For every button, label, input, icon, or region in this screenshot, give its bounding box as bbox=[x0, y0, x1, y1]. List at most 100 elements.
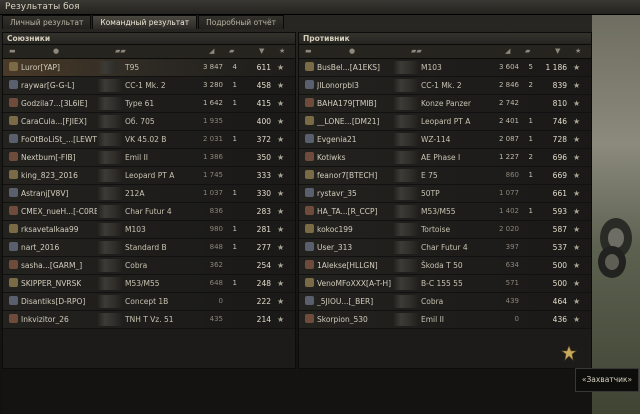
tab-detailed-report[interactable]: Подробный отчёт bbox=[198, 15, 284, 29]
kills-value: 1 bbox=[232, 189, 237, 197]
star-icon: ★ bbox=[277, 315, 285, 324]
xp-column-icon[interactable]: ▼ bbox=[555, 47, 560, 55]
player-rank-icon bbox=[305, 62, 314, 71]
xp-value: 330 bbox=[256, 189, 271, 198]
tab-personal-result[interactable]: Личный результат bbox=[2, 15, 92, 29]
damage-value: 3 847 bbox=[202, 63, 223, 71]
tank-name: Škoda T 50 bbox=[421, 261, 463, 270]
xp-value: 464 bbox=[552, 297, 567, 306]
player-row[interactable]: CMEX_nueH...[-C0RE] Char Futur 4 836 283 ★ bbox=[3, 203, 295, 221]
player-rank-icon bbox=[9, 116, 18, 125]
platoon-column-icon[interactable]: ▬ bbox=[305, 47, 312, 55]
platoon-column-icon[interactable]: ▬ bbox=[9, 47, 16, 55]
player-row[interactable]: feanor7[BTECH] E 75 860 1 669 ★ bbox=[299, 167, 591, 185]
tank-name: E 75 bbox=[421, 171, 438, 180]
player-name: Kotiwks bbox=[317, 153, 346, 162]
player-row[interactable]: BusBel...[A1EKS] M103 3 604 5 1 186 ★ bbox=[299, 59, 591, 77]
player-row[interactable]: Skorpion_530 Emil II 0 436 ★ bbox=[299, 311, 591, 329]
tank-icon bbox=[393, 277, 419, 290]
player-rank-icon bbox=[305, 134, 314, 143]
player-row[interactable]: Astranj[V8V] 212A 1 037 1 330 ★ bbox=[3, 185, 295, 203]
player-row[interactable]: sasha...[GARM_] Cobra 362 254 ★ bbox=[3, 257, 295, 275]
player-row[interactable]: king_823_2016 Leopard PT A 1 745 333 ★ bbox=[3, 167, 295, 185]
player-rank-icon bbox=[305, 170, 314, 179]
kills-column-icon[interactable]: ▰ bbox=[229, 47, 234, 55]
player-row[interactable]: FoOtBoLiSt_...[LEWT] VK 45.02 B 2 031 1 372 ★ bbox=[3, 131, 295, 149]
kills-column-icon[interactable]: ▰ bbox=[525, 47, 530, 55]
damage-value: 848 bbox=[209, 243, 223, 251]
medal-column-icon[interactable]: ★ bbox=[575, 47, 581, 55]
player-column-icon[interactable]: ● bbox=[53, 47, 59, 55]
kills-value: 1 bbox=[232, 135, 237, 143]
player-row[interactable]: SKIPPER_NVRSK M53/M55 648 1 248 ★ bbox=[3, 275, 295, 293]
xp-value: 587 bbox=[552, 225, 567, 234]
damage-value: 2 846 bbox=[498, 81, 519, 89]
tank-icon bbox=[393, 169, 419, 182]
player-row[interactable]: BAHA179[TMIB] Konze Panzer 2 742 810 ★ bbox=[299, 95, 591, 113]
star-icon: ★ bbox=[573, 243, 581, 252]
player-row[interactable]: __LONE...[DM21] Leopard PT A 2 401 1 746 ★ bbox=[299, 113, 591, 131]
player-row[interactable]: raywar[G-G-L] CC-1 Mk. 2 3 280 1 458 ★ bbox=[3, 77, 295, 95]
player-rank-icon bbox=[9, 62, 18, 71]
tank-name: Cobra bbox=[125, 261, 148, 270]
star-icon: ★ bbox=[573, 225, 581, 234]
player-row[interactable]: _5JIOU...[_BER] Cobra 439 464 ★ bbox=[299, 293, 591, 311]
xp-value: 415 bbox=[256, 99, 271, 108]
star-icon: ★ bbox=[277, 207, 285, 216]
star-icon: ★ bbox=[573, 279, 581, 288]
player-row[interactable]: 1Alekse[HLLGN] Škoda T 50 634 500 ★ bbox=[299, 257, 591, 275]
tank-name: VK 45.02 B bbox=[125, 135, 167, 144]
player-name: Evgenia21 bbox=[317, 135, 357, 144]
player-row[interactable]: HA_TA...[R_CCP] M53/M55 1 402 1 593 ★ bbox=[299, 203, 591, 221]
player-name: Nextbum[-FIB] bbox=[21, 153, 76, 162]
tab-bar: Личный результат Командный результат Под… bbox=[2, 15, 284, 29]
player-row[interactable]: rystavr_35 50TP 1 077 661 ★ bbox=[299, 185, 591, 203]
player-name: __LONE...[DM21] bbox=[317, 117, 380, 126]
player-row[interactable]: nart_2016 Standard B 848 1 277 ★ bbox=[3, 239, 295, 257]
tank-name: M53/M55 bbox=[125, 279, 160, 288]
player-row[interactable]: rksavetalkaa99 M103 980 1 281 ★ bbox=[3, 221, 295, 239]
tank-name: Leopard PT A bbox=[125, 171, 175, 180]
player-name: BusBel...[A1EKS] bbox=[317, 63, 380, 72]
player-row[interactable]: kokoc199 Tortoise 2 020 587 ★ bbox=[299, 221, 591, 239]
player-rank-icon bbox=[305, 98, 314, 107]
player-column-icon[interactable]: ● bbox=[349, 47, 355, 55]
allies-list: Luror[YAP] T95 3 847 4 611 ★ raywar[G-G-L] CC-1… bbox=[3, 59, 295, 329]
player-row[interactable]: Kotiwks AE Phase I 1 227 2 696 ★ bbox=[299, 149, 591, 167]
tab-team-result[interactable]: Командный результат bbox=[92, 15, 198, 29]
player-row[interactable]: VenoMFoXXX[A-T-H] B-C 155 55 571 500 ★ bbox=[299, 275, 591, 293]
damage-value: 2 020 bbox=[498, 225, 519, 233]
player-rank-icon bbox=[9, 242, 18, 251]
tank-icon bbox=[97, 61, 123, 74]
player-row[interactable]: Godzila7...[3L6IE] Type 61 1 642 1 415 ★ bbox=[3, 95, 295, 113]
player-rank-icon bbox=[9, 98, 18, 107]
damage-column-icon[interactable]: ◢ bbox=[209, 47, 214, 55]
xp-column-icon[interactable]: ▼ bbox=[259, 47, 264, 55]
medal-column-icon[interactable]: ★ bbox=[279, 47, 285, 55]
tank-column-icon[interactable]: ▰▰ bbox=[115, 47, 126, 55]
tank-name: T95 bbox=[125, 63, 140, 72]
player-row[interactable]: Disantiks[D-RPO] Concept 1B 0 222 ★ bbox=[3, 293, 295, 311]
player-row[interactable]: CaraCula...[FJIEX] Об. 705 1 935 400 ★ bbox=[3, 113, 295, 131]
invader-medal-icon[interactable] bbox=[561, 345, 577, 361]
tank-name: B-C 155 55 bbox=[421, 279, 463, 288]
xp-value: 537 bbox=[552, 243, 567, 252]
damage-value: 980 bbox=[209, 225, 223, 233]
enemies-column-header: ▬ ● ▰▰ ◢ ▰ ▼ ★ bbox=[299, 45, 591, 59]
xp-value: 277 bbox=[256, 243, 271, 252]
player-row[interactable]: Nextbum[-FIB] Emil II 1 386 350 ★ bbox=[3, 149, 295, 167]
tank-icon bbox=[97, 133, 123, 146]
player-row[interactable]: User_313 Char Futur 4 397 537 ★ bbox=[299, 239, 591, 257]
tank-column-icon[interactable]: ▰▰ bbox=[411, 47, 422, 55]
player-row[interactable]: Inkvizitor_26 TNH T Vz. 51 435 214 ★ bbox=[3, 311, 295, 329]
player-row[interactable]: Luror[YAP] T95 3 847 4 611 ★ bbox=[3, 59, 295, 77]
damage-value: 2 031 bbox=[202, 135, 223, 143]
tank-icon bbox=[97, 223, 123, 236]
kills-value: 4 bbox=[232, 63, 237, 71]
window-title: Результаты боя bbox=[5, 2, 80, 12]
player-row[interactable]: JILonorpbl3 CC-1 Mk. 2 2 846 2 839 ★ bbox=[299, 77, 591, 95]
kills-value: 1 bbox=[232, 243, 237, 251]
player-name: feanor7[BTECH] bbox=[317, 171, 378, 180]
player-row[interactable]: Evgenia21 WZ-114 2 087 1 728 ★ bbox=[299, 131, 591, 149]
damage-column-icon[interactable]: ◢ bbox=[505, 47, 510, 55]
